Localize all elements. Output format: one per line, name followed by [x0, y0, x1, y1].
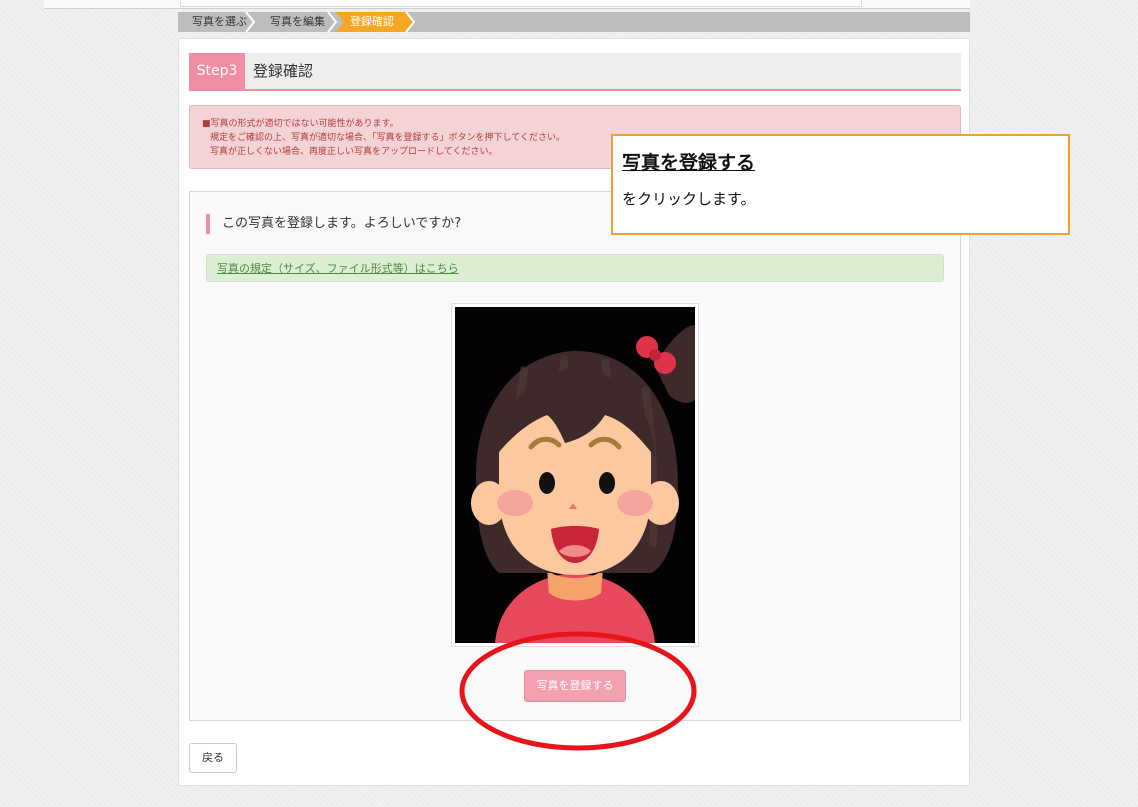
spec-info-bar: 写真の規定（サイズ、ファイル形式等）はこちら — [206, 254, 944, 282]
callout-title: 写真を登録する — [622, 152, 756, 174]
breadcrumb-label: 登録確認 — [350, 15, 394, 28]
back-button[interactable]: 戻る — [189, 743, 237, 773]
step-header: Step3 登録確認 — [189, 53, 961, 91]
breadcrumb-label: 写真を選ぶ — [192, 15, 247, 28]
breadcrumb-step-select[interactable]: 写真を選ぶ — [178, 12, 256, 32]
breadcrumb: 写真を選ぶ 写真を編集 登録確認 — [178, 12, 970, 32]
breadcrumb-step-confirm: 登録確認 — [336, 12, 416, 32]
step-badge: Step3 — [189, 53, 245, 89]
confirm-question: この写真を登録します。よろしいですか? — [206, 214, 461, 234]
warning-line: ■写真の形式が適切ではない可能性があります。 — [202, 119, 399, 129]
instruction-callout: 写真を登録する をクリックします。 — [611, 134, 1070, 235]
photo-spec-link[interactable]: 写真の規定（サイズ、ファイル形式等）はこちら — [217, 255, 459, 282]
girl-illustration-image — [455, 307, 695, 643]
top-strip — [44, 0, 970, 9]
callout-body: をクリックします。 — [622, 190, 756, 208]
breadcrumb-label: 写真を編集 — [270, 15, 325, 28]
photo-preview — [451, 303, 699, 647]
breadcrumb-step-edit[interactable]: 写真を編集 — [256, 12, 338, 32]
highlight-ellipse — [459, 631, 697, 751]
page-title: 登録確認 — [253, 62, 314, 80]
